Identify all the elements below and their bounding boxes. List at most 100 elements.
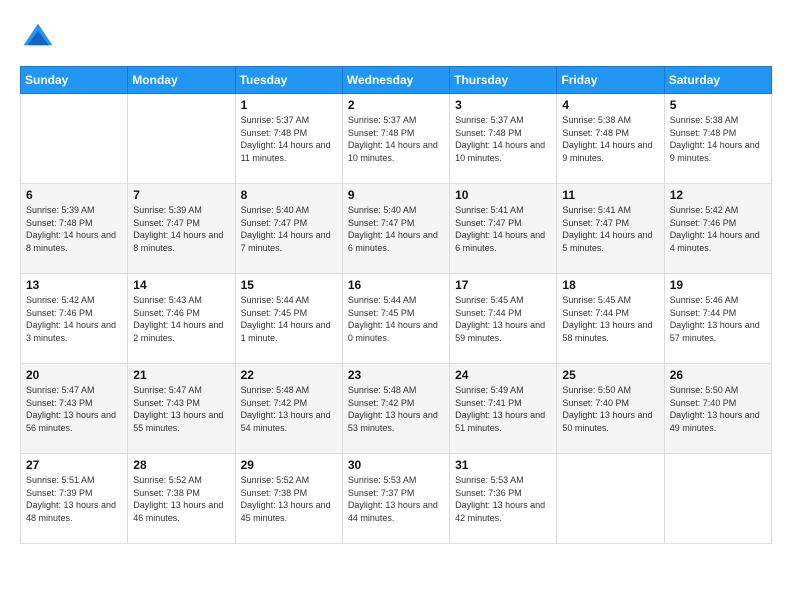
day-detail: Sunrise: 5:38 AM Sunset: 7:48 PM Dayligh… [670,114,766,164]
day-detail: Sunrise: 5:45 AM Sunset: 7:44 PM Dayligh… [562,294,658,344]
day-number: 31 [455,458,551,472]
logo-icon [20,20,56,56]
day-detail: Sunrise: 5:40 AM Sunset: 7:47 PM Dayligh… [241,204,337,254]
calendar-cell: 7 Sunrise: 5:39 AM Sunset: 7:47 PM Daylig… [128,184,235,274]
day-number: 9 [348,188,444,202]
day-number: 28 [133,458,229,472]
calendar-cell: 18 Sunrise: 5:45 AM Sunset: 7:44 PM Dayli… [557,274,664,364]
day-detail: Sunrise: 5:44 AM Sunset: 7:45 PM Dayligh… [348,294,444,344]
day-detail: Sunrise: 5:39 AM Sunset: 7:47 PM Dayligh… [133,204,229,254]
calendar-cell [128,94,235,184]
weekday-header-row: SundayMondayTuesdayWednesdayThursdayFrid… [21,67,772,94]
calendar-cell: 19 Sunrise: 5:46 AM Sunset: 7:44 PM Dayli… [664,274,771,364]
calendar-cell: 4 Sunrise: 5:38 AM Sunset: 7:48 PM Daylig… [557,94,664,184]
day-number: 29 [241,458,337,472]
calendar-cell: 29 Sunrise: 5:52 AM Sunset: 7:38 PM Dayli… [235,454,342,544]
day-number: 11 [562,188,658,202]
day-detail: Sunrise: 5:45 AM Sunset: 7:44 PM Dayligh… [455,294,551,344]
calendar-cell: 9 Sunrise: 5:40 AM Sunset: 7:47 PM Daylig… [342,184,449,274]
day-number: 7 [133,188,229,202]
day-number: 19 [670,278,766,292]
calendar-cell: 24 Sunrise: 5:49 AM Sunset: 7:41 PM Dayli… [450,364,557,454]
calendar-cell: 5 Sunrise: 5:38 AM Sunset: 7:48 PM Daylig… [664,94,771,184]
day-detail: Sunrise: 5:53 AM Sunset: 7:36 PM Dayligh… [455,474,551,524]
calendar-cell: 26Sunrise: 5:50 AM Sunset: 7:40 PM Dayli… [664,364,771,454]
day-number: 4 [562,98,658,112]
day-number: 26 [670,368,766,382]
weekday-header-thursday: Thursday [450,67,557,94]
day-number: 25 [562,368,658,382]
day-detail: Sunrise: 5:41 AM Sunset: 7:47 PM Dayligh… [455,204,551,254]
day-detail: Sunrise: 5:48 AM Sunset: 7:42 PM Dayligh… [348,384,444,434]
day-number: 2 [348,98,444,112]
day-number: 22 [241,368,337,382]
day-detail: Sunrise: 5:42 AM Sunset: 7:46 PM Dayligh… [670,204,766,254]
day-number: 16 [348,278,444,292]
calendar-cell: 6 Sunrise: 5:39 AM Sunset: 7:48 PM Daylig… [21,184,128,274]
day-number: 15 [241,278,337,292]
calendar-cell: 25Sunrise: 5:50 AM Sunset: 7:40 PM Dayli… [557,364,664,454]
calendar-cell [557,454,664,544]
calendar-cell: 11 Sunrise: 5:41 AM Sunset: 7:47 PM Dayli… [557,184,664,274]
calendar-week-row: 6 Sunrise: 5:39 AM Sunset: 7:48 PM Daylig… [21,184,772,274]
day-detail: Sunrise: 5:46 AM Sunset: 7:44 PM Dayligh… [670,294,766,344]
day-detail: Sunrise: 5:52 AM Sunset: 7:38 PM Dayligh… [241,474,337,524]
calendar-week-row: 13 Sunrise: 5:42 AM Sunset: 7:46 PM Dayli… [21,274,772,364]
day-detail: Sunrise: 5:40 AM Sunset: 7:47 PM Dayligh… [348,204,444,254]
day-number: 10 [455,188,551,202]
day-number: 3 [455,98,551,112]
calendar-week-row: 1 Sunrise: 5:37 AM Sunset: 7:48 PM Daylig… [21,94,772,184]
calendar-cell: 12 Sunrise: 5:42 AM Sunset: 7:46 PM Dayli… [664,184,771,274]
day-number: 6 [26,188,122,202]
calendar-cell: 30 Sunrise: 5:53 AM Sunset: 7:37 PM Dayli… [342,454,449,544]
calendar-cell: 2 Sunrise: 5:37 AM Sunset: 7:48 PM Daylig… [342,94,449,184]
day-detail: Sunrise: 5:53 AM Sunset: 7:37 PM Dayligh… [348,474,444,524]
day-number: 13 [26,278,122,292]
weekday-header-friday: Friday [557,67,664,94]
weekday-header-sunday: Sunday [21,67,128,94]
day-number: 5 [670,98,766,112]
day-number: 17 [455,278,551,292]
day-detail: Sunrise: 5:38 AM Sunset: 7:48 PM Dayligh… [562,114,658,164]
weekday-header-tuesday: Tuesday [235,67,342,94]
page-header [20,20,772,56]
day-detail: Sunrise: 5:41 AM Sunset: 7:47 PM Dayligh… [562,204,658,254]
day-number: 24 [455,368,551,382]
day-detail: Sunrise: 5:42 AM Sunset: 7:46 PM Dayligh… [26,294,122,344]
day-detail: Sunrise: 5:47 AM Sunset: 7:43 PM Dayligh… [26,384,122,434]
calendar-week-row: 20Sunrise: 5:47 AM Sunset: 7:43 PM Dayli… [21,364,772,454]
day-number: 27 [26,458,122,472]
calendar-cell: 28 Sunrise: 5:52 AM Sunset: 7:38 PM Dayli… [128,454,235,544]
day-detail: Sunrise: 5:49 AM Sunset: 7:41 PM Dayligh… [455,384,551,434]
day-detail: Sunrise: 5:43 AM Sunset: 7:46 PM Dayligh… [133,294,229,344]
calendar-cell: 16 Sunrise: 5:44 AM Sunset: 7:45 PM Dayli… [342,274,449,364]
weekday-header-wednesday: Wednesday [342,67,449,94]
day-number: 1 [241,98,337,112]
day-detail: Sunrise: 5:52 AM Sunset: 7:38 PM Dayligh… [133,474,229,524]
calendar-cell [664,454,771,544]
calendar-cell: 14 Sunrise: 5:43 AM Sunset: 7:46 PM Dayli… [128,274,235,364]
day-number: 18 [562,278,658,292]
calendar-table: SundayMondayTuesdayWednesdayThursdayFrid… [20,66,772,544]
calendar-cell: 15 Sunrise: 5:44 AM Sunset: 7:45 PM Dayli… [235,274,342,364]
day-detail: Sunrise: 5:39 AM Sunset: 7:48 PM Dayligh… [26,204,122,254]
day-detail: Sunrise: 5:44 AM Sunset: 7:45 PM Dayligh… [241,294,337,344]
day-detail: Sunrise: 5:37 AM Sunset: 7:48 PM Dayligh… [348,114,444,164]
calendar-cell: 20Sunrise: 5:47 AM Sunset: 7:43 PM Dayli… [21,364,128,454]
calendar-cell: 21Sunrise: 5:47 AM Sunset: 7:43 PM Dayli… [128,364,235,454]
calendar-cell: 10 Sunrise: 5:41 AM Sunset: 7:47 PM Dayli… [450,184,557,274]
calendar-cell: 3Sunrise: 5:37 AM Sunset: 7:48 PM Daylig… [450,94,557,184]
weekday-header-monday: Monday [128,67,235,94]
day-number: 30 [348,458,444,472]
day-number: 23 [348,368,444,382]
calendar-week-row: 27Sunrise: 5:51 AM Sunset: 7:39 PM Dayli… [21,454,772,544]
calendar-cell [21,94,128,184]
day-number: 14 [133,278,229,292]
weekday-header-saturday: Saturday [664,67,771,94]
day-detail: Sunrise: 5:48 AM Sunset: 7:42 PM Dayligh… [241,384,337,434]
calendar-cell: 27Sunrise: 5:51 AM Sunset: 7:39 PM Dayli… [21,454,128,544]
day-number: 12 [670,188,766,202]
calendar-cell: 17 Sunrise: 5:45 AM Sunset: 7:44 PM Dayli… [450,274,557,364]
day-detail: Sunrise: 5:47 AM Sunset: 7:43 PM Dayligh… [133,384,229,434]
calendar-cell: 31 Sunrise: 5:53 AM Sunset: 7:36 PM Dayli… [450,454,557,544]
